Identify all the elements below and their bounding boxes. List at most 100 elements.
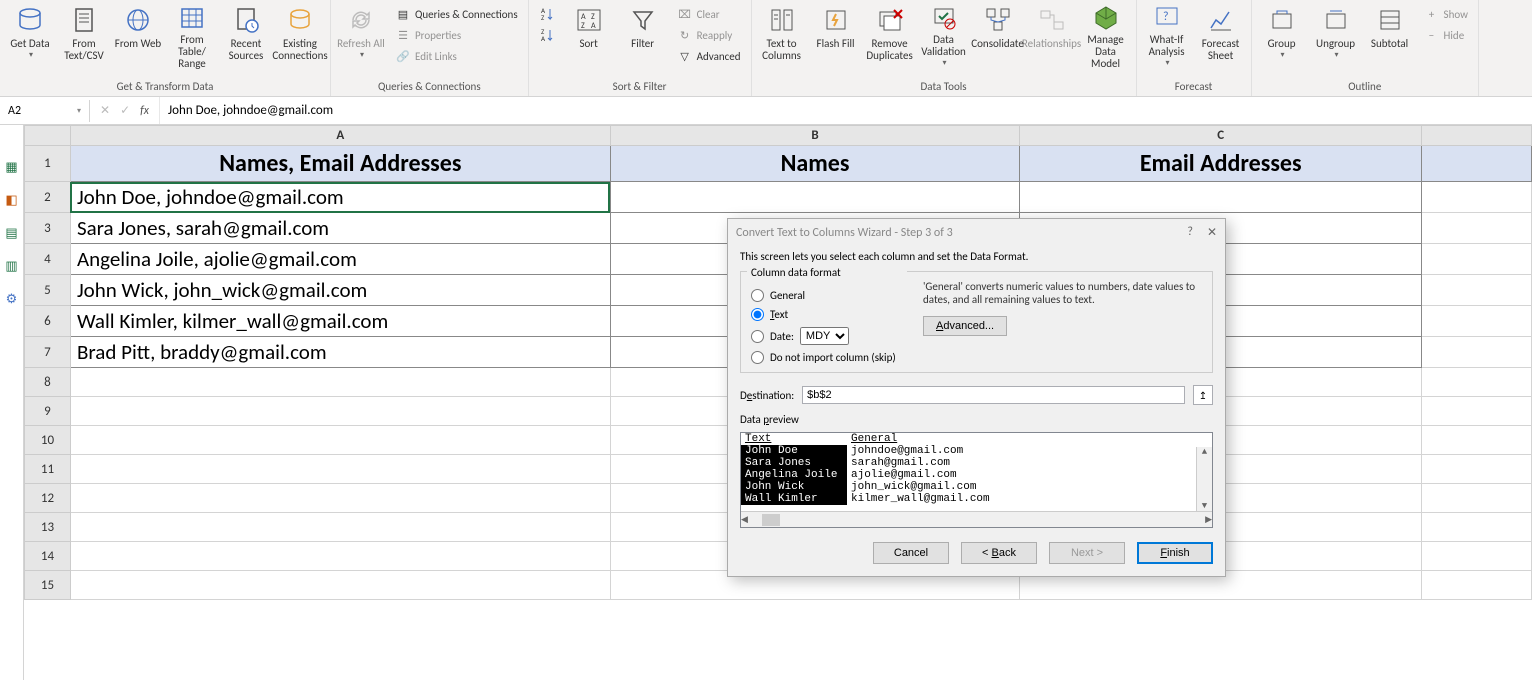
from-table-range-button[interactable]: From Table/ Range bbox=[166, 2, 218, 70]
row-header[interactable]: 7 bbox=[25, 337, 71, 368]
cell[interactable] bbox=[1422, 275, 1532, 306]
what-if-analysis-button[interactable]: ?What-If Analysis bbox=[1141, 2, 1193, 70]
row-header[interactable]: 13 bbox=[25, 513, 71, 542]
cell[interactable] bbox=[1422, 368, 1532, 397]
finish-button[interactable]: Finish bbox=[1137, 542, 1213, 564]
row-header[interactable]: 12 bbox=[25, 484, 71, 513]
get-data-button[interactable]: Get Data bbox=[4, 2, 56, 70]
sort-za-button[interactable]: ZA bbox=[533, 25, 561, 45]
gutter-icon[interactable]: ▥ bbox=[5, 259, 17, 274]
cell[interactable] bbox=[610, 182, 1020, 213]
cell[interactable] bbox=[1020, 182, 1422, 213]
cell[interactable] bbox=[70, 484, 610, 513]
header-cell[interactable]: Names bbox=[610, 146, 1020, 182]
cell[interactable] bbox=[1422, 397, 1532, 426]
reapply-button[interactable]: ↻Reapply bbox=[671, 25, 747, 45]
clear-button[interactable]: ⌧Clear bbox=[671, 4, 747, 24]
row-header[interactable]: 3 bbox=[25, 213, 71, 244]
cancel-icon[interactable]: ✕ bbox=[100, 103, 110, 118]
sort-az-button[interactable]: AZ bbox=[533, 4, 561, 24]
enter-icon[interactable]: ✓ bbox=[120, 103, 130, 118]
row-header[interactable]: 6 bbox=[25, 306, 71, 337]
date-format-select[interactable]: MDY bbox=[800, 327, 849, 345]
radio-date-label[interactable]: Date: bbox=[770, 330, 794, 343]
existing-connections-button[interactable]: Existing Connections bbox=[274, 2, 326, 70]
cancel-button[interactable]: Cancel bbox=[873, 542, 949, 564]
row-header[interactable]: 15 bbox=[25, 571, 71, 600]
sort-button[interactable]: AZZASort bbox=[563, 2, 615, 70]
recent-sources-button[interactable]: Recent Sources bbox=[220, 2, 272, 70]
cell[interactable] bbox=[1422, 182, 1532, 213]
cell[interactable] bbox=[1422, 244, 1532, 275]
column-header[interactable]: C bbox=[1020, 126, 1422, 146]
row-header[interactable]: 9 bbox=[25, 397, 71, 426]
name-box[interactable]: A2 bbox=[0, 100, 90, 122]
subtotal-button[interactable]: Subtotal bbox=[1364, 2, 1416, 70]
cell[interactable] bbox=[1422, 484, 1532, 513]
row-header[interactable]: 8 bbox=[25, 368, 71, 397]
advanced-button[interactable]: Advanced... bbox=[923, 316, 1007, 336]
column-header[interactable]: A bbox=[70, 126, 610, 146]
radio-general-label[interactable]: General bbox=[770, 289, 805, 302]
cell[interactable] bbox=[1422, 306, 1532, 337]
gutter-icon[interactable]: ▤ bbox=[5, 226, 17, 241]
queries-connections-button[interactable]: ▤Queries & Connections bbox=[389, 4, 524, 24]
gutter-icon[interactable]: ⚙ bbox=[6, 292, 18, 307]
consolidate-button[interactable]: Consolidate bbox=[972, 2, 1024, 70]
help-icon[interactable]: ? bbox=[1187, 225, 1193, 240]
next-button[interactable]: Next > bbox=[1049, 542, 1125, 564]
radio-general[interactable] bbox=[751, 289, 764, 302]
row-header[interactable]: 5 bbox=[25, 275, 71, 306]
filter-button[interactable]: Filter bbox=[617, 2, 669, 70]
row-header[interactable]: 1 bbox=[25, 146, 71, 182]
row-header[interactable]: 2 bbox=[25, 182, 71, 213]
select-all-corner[interactable] bbox=[25, 126, 71, 146]
row-header[interactable]: 11 bbox=[25, 455, 71, 484]
cell[interactable] bbox=[1422, 337, 1532, 368]
column-header[interactable]: B bbox=[610, 126, 1020, 146]
preview-scrollbar-vertical[interactable]: ▲▼ bbox=[1196, 447, 1212, 511]
radio-skip-label[interactable]: Do not import column (skip) bbox=[770, 351, 896, 364]
cell[interactable] bbox=[1422, 213, 1532, 244]
hide-detail-button[interactable]: −Hide bbox=[1418, 25, 1474, 45]
flash-fill-button[interactable]: Flash Fill bbox=[810, 2, 862, 70]
text-to-columns-button[interactable]: Text to Columns bbox=[756, 2, 808, 70]
cell[interactable] bbox=[1422, 542, 1532, 571]
manage-data-model-button[interactable]: Manage Data Model bbox=[1080, 2, 1132, 70]
radio-text[interactable] bbox=[751, 308, 764, 321]
preview-col-header[interactable]: General bbox=[847, 433, 1212, 445]
header-cell[interactable]: Email Addresses bbox=[1020, 146, 1422, 182]
group-button[interactable]: Group bbox=[1256, 2, 1308, 70]
cell[interactable] bbox=[70, 571, 610, 600]
cell[interactable] bbox=[70, 455, 610, 484]
from-web-button[interactable]: From Web bbox=[112, 2, 164, 70]
ungroup-button[interactable]: Ungroup bbox=[1310, 2, 1362, 70]
header-cell[interactable]: Names, Email Addresses bbox=[70, 146, 610, 182]
preview-scrollbar-horizontal[interactable]: ◀▶ bbox=[741, 511, 1212, 527]
cell[interactable]: Brad Pitt, braddy@gmail.com bbox=[70, 337, 610, 368]
column-header[interactable] bbox=[1422, 126, 1532, 146]
cell[interactable] bbox=[1422, 146, 1532, 182]
cell[interactable]: John Doe, johndoe@gmail.com bbox=[70, 182, 610, 213]
radio-skip[interactable] bbox=[751, 351, 764, 364]
cell[interactable]: Wall Kimler, kilmer_wall@gmail.com bbox=[70, 306, 610, 337]
from-text-csv-button[interactable]: From Text/CSV bbox=[58, 2, 110, 70]
cell[interactable] bbox=[70, 513, 610, 542]
cell[interactable] bbox=[1422, 571, 1532, 600]
formula-input[interactable]: John Doe, johndoe@gmail.com bbox=[160, 99, 1532, 122]
refresh-all-button[interactable]: Refresh All bbox=[335, 2, 387, 70]
cell[interactable]: Angelina Joile, ajolie@gmail.com bbox=[70, 244, 610, 275]
fx-icon[interactable]: fx bbox=[140, 104, 149, 118]
collapse-dialog-icon[interactable]: ↥ bbox=[1193, 385, 1213, 405]
cell[interactable] bbox=[70, 542, 610, 571]
cell[interactable] bbox=[1422, 426, 1532, 455]
properties-button[interactable]: ☰Properties bbox=[389, 25, 524, 45]
cell[interactable] bbox=[70, 397, 610, 426]
advanced-filter-button[interactable]: ▽Advanced bbox=[671, 46, 747, 66]
show-detail-button[interactable]: +Show bbox=[1418, 4, 1474, 24]
cell[interactable] bbox=[1422, 513, 1532, 542]
row-header[interactable]: 4 bbox=[25, 244, 71, 275]
edit-links-button[interactable]: 🔗Edit Links bbox=[389, 46, 524, 66]
back-button[interactable]: < Back bbox=[961, 542, 1037, 564]
cell[interactable] bbox=[1422, 455, 1532, 484]
